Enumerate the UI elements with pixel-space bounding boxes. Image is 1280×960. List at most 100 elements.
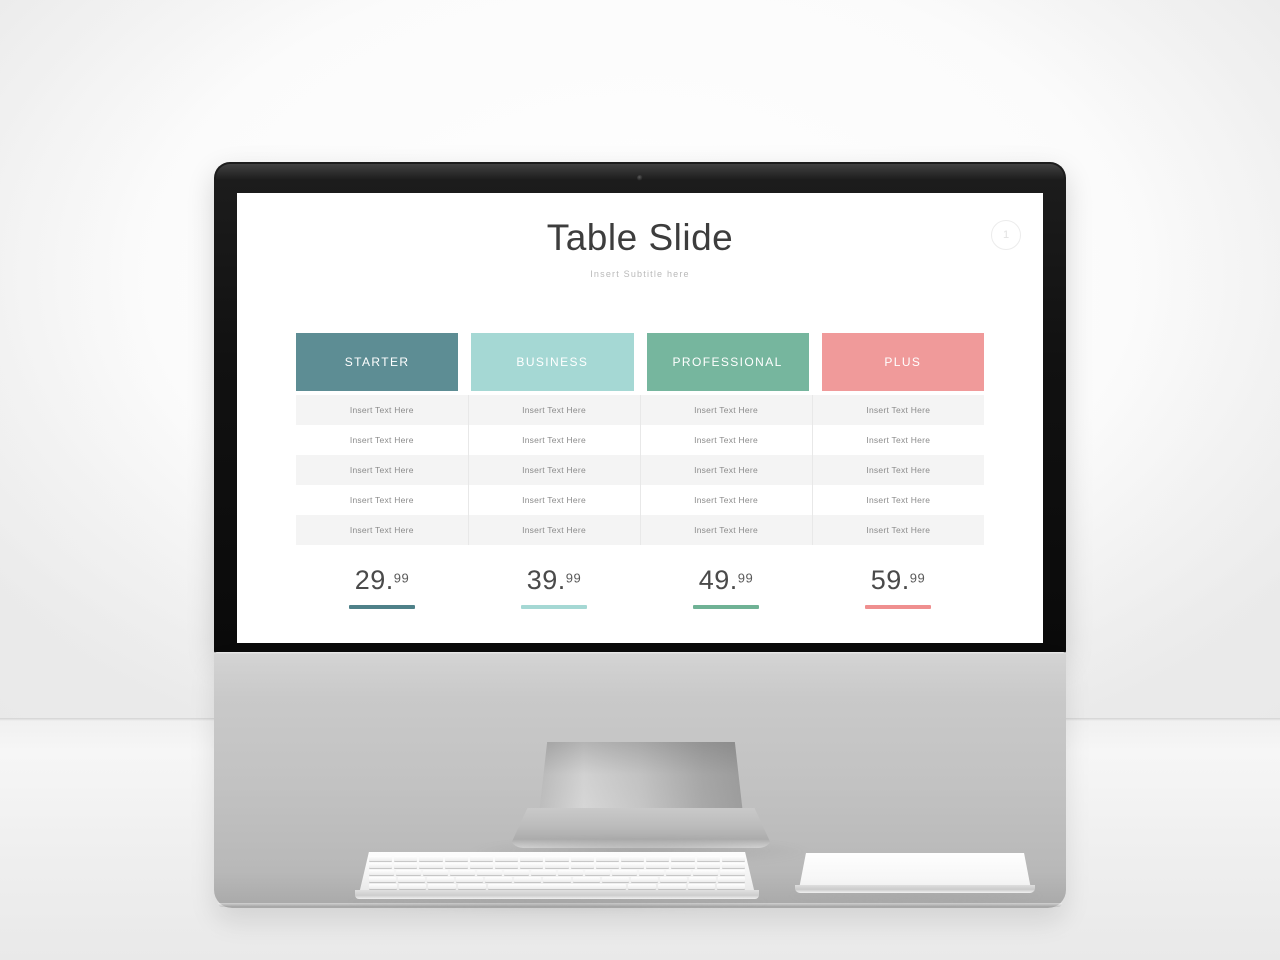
column-header-plus[interactable]: PLUS (821, 333, 984, 391)
keyboard-key (369, 856, 393, 861)
table-cell: Insert Text Here (468, 485, 641, 515)
table-cell: Insert Text Here (468, 455, 641, 485)
keyboard-key-row (369, 870, 745, 875)
keyboard-key (495, 863, 519, 868)
keyboard-key (696, 863, 720, 868)
table-cell: Insert Text Here (640, 425, 813, 455)
keyboard-key (721, 856, 746, 861)
table-cell: Insert Text Here (296, 425, 469, 455)
monitor: Table Slide Insert Subtitle here 1 START… (214, 162, 1066, 908)
keyboard-key (545, 856, 569, 861)
keyboard-key (419, 856, 443, 861)
table-row: Insert Text Here Insert Text Here Insert… (296, 485, 984, 515)
column-header-professional[interactable]: PROFESSIONAL (646, 333, 809, 391)
price-cents: 99 (393, 570, 410, 586)
keyboard-key (570, 856, 594, 861)
price-cell-professional: 49.99 (640, 565, 812, 609)
pricing-table: STARTER BUSINESS PROFESSIONAL PLUS Inser… (296, 333, 984, 609)
price-row: 29.99 39.99 49.99 59.99 (296, 565, 984, 609)
table-cell: Insert Text Here (468, 395, 641, 425)
keyboard-key (531, 870, 556, 875)
price-cents: 99 (737, 570, 754, 586)
table-cell: Insert Text Here (640, 485, 813, 515)
keyboard-key (570, 863, 594, 868)
table-cell: Insert Text Here (468, 425, 641, 455)
webcam-icon (637, 175, 643, 181)
price-underline (865, 605, 931, 609)
keyboard[interactable] (351, 852, 763, 904)
price-cell-business: 39.99 (468, 565, 640, 609)
table-cell: Insert Text Here (812, 455, 984, 485)
table-cell: Insert Text Here (812, 515, 984, 545)
keyboard-key (458, 884, 486, 889)
keyboard-key (369, 863, 393, 868)
keyboard-key (495, 856, 519, 861)
monitor-stand-shade (539, 742, 743, 814)
table-cell: Insert Text Here (812, 485, 984, 515)
keyboard-key (639, 870, 664, 875)
trackpad-surface (799, 853, 1031, 889)
keyboard-key (671, 863, 695, 868)
keyboard-key (469, 863, 494, 868)
keyboard-key (628, 884, 656, 889)
price-cents: 99 (909, 570, 926, 586)
keyboard-key (595, 856, 620, 861)
keyboard-key (543, 877, 571, 882)
keyboard-key (369, 877, 397, 882)
keyboard-key (671, 856, 695, 861)
table-cell: Insert Text Here (296, 515, 469, 545)
table-cell: Insert Text Here (812, 425, 984, 455)
keyboard-key (444, 856, 468, 861)
keyboard-key (717, 884, 745, 889)
keyboard-key (585, 870, 610, 875)
keyboard-key (520, 856, 544, 861)
photo-scene: Table Slide Insert Subtitle here 1 START… (0, 0, 1280, 960)
chin-highlight (214, 652, 1066, 654)
keyboard-key (687, 884, 716, 889)
table-cell: Insert Text Here (296, 395, 469, 425)
keyboard-key (696, 856, 720, 861)
keyboard-key (630, 877, 658, 882)
keyboard-key (621, 863, 645, 868)
keyboard-key (646, 863, 670, 868)
keyboard-key (659, 877, 687, 882)
keyboard-key (450, 870, 475, 875)
keyboard-key (394, 863, 418, 868)
table-cell: Insert Text Here (812, 395, 984, 425)
table-cell: Insert Text Here (640, 395, 813, 425)
keyboard-key (646, 856, 670, 861)
keyboard-side (355, 890, 759, 899)
table-row: Insert Text Here Insert Text Here Insert… (296, 455, 984, 485)
keyboard-key (428, 884, 457, 889)
price-amount: 49. (698, 565, 738, 595)
price-amount: 29. (354, 565, 394, 595)
keyboard-key (666, 870, 691, 875)
column-header-starter[interactable]: STARTER (296, 333, 459, 391)
keyboard-key (398, 884, 427, 889)
price-underline (521, 605, 587, 609)
table-cell: Insert Text Here (640, 515, 813, 545)
keyboard-key (504, 870, 529, 875)
keyboard-key (693, 870, 718, 875)
presentation-slide[interactable]: Table Slide Insert Subtitle here 1 START… (237, 193, 1043, 643)
keyboard-key (477, 870, 502, 875)
price-cell-plus: 59.99 (812, 565, 984, 609)
keyboard-key (572, 877, 600, 882)
keyboard-key (601, 877, 629, 882)
keyboard-key (721, 863, 746, 868)
page-title: Table Slide (546, 217, 734, 258)
feature-table: Insert Text Here Insert Text Here Insert… (296, 395, 984, 545)
keyboard-key (514, 877, 542, 882)
keyboard-key (487, 884, 627, 889)
table-cell: Insert Text Here (296, 485, 469, 515)
table-cell: Insert Text Here (640, 455, 813, 485)
table-cell: Insert Text Here (468, 515, 641, 545)
trackpad[interactable] (793, 853, 1037, 897)
price-cell-starter: 29.99 (296, 565, 468, 609)
page-subtitle: Insert Subtitle here (590, 269, 690, 279)
keyboard-key (469, 856, 494, 861)
trackpad-side (795, 885, 1035, 893)
keyboard-key-row (369, 856, 746, 861)
column-header-business[interactable]: BUSINESS (471, 333, 634, 391)
keyboard-key (621, 856, 645, 861)
